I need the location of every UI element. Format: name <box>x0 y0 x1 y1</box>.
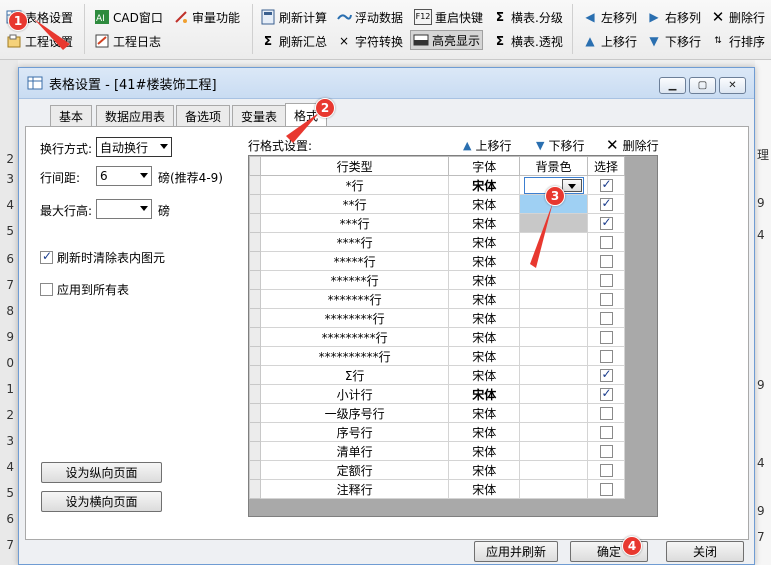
annotation-arrow-2 <box>286 112 320 143</box>
annotation-arrows <box>34 19 553 268</box>
annotation-badge-3: 3 <box>545 186 565 206</box>
annotation-arrow-1 <box>34 19 70 50</box>
annotation-badge-4: 4 <box>622 536 642 556</box>
annotation-badge-1: 1 <box>8 11 28 31</box>
annotation-badge-2: 2 <box>315 98 335 118</box>
annotation-arrow-3 <box>530 202 553 268</box>
